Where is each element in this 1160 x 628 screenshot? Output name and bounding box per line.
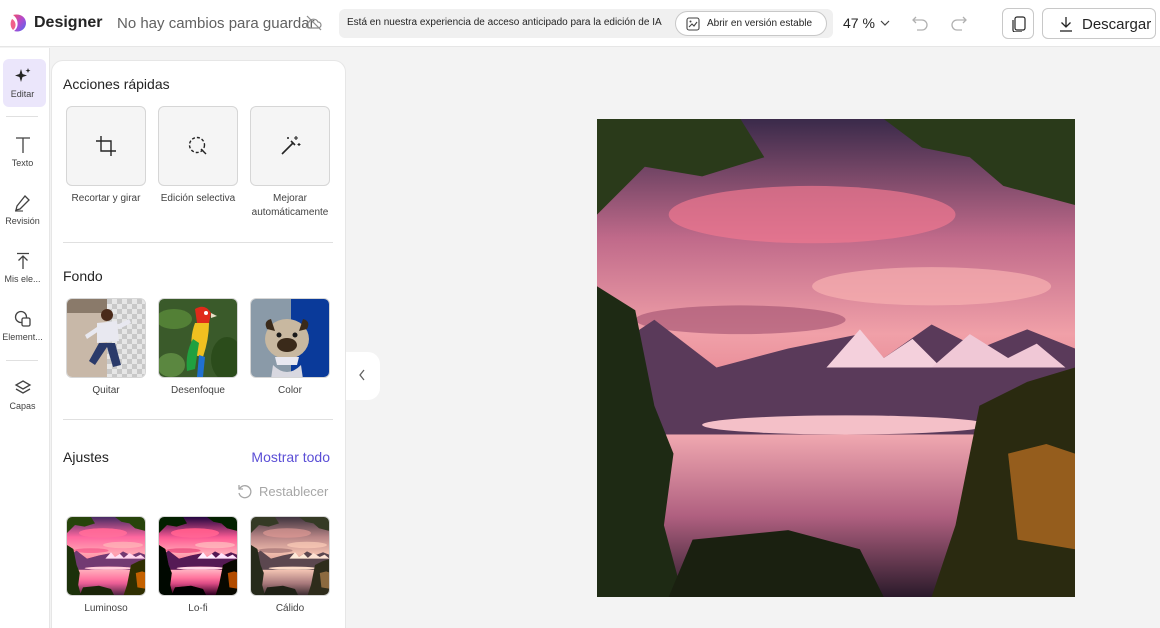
auto-enhance-tile[interactable] [250,106,330,186]
chevron-left-icon [359,369,365,381]
filter-warm-tile[interactable] [250,516,330,596]
designer-logo-icon [10,14,26,32]
remove-background-label: Quitar [92,385,120,396]
download-icon [1060,17,1072,32]
auto-enhance-label: Mejorar automáticamente [251,193,329,218]
rail-item-text[interactable]: Texto [0,128,47,176]
crop-rotate-tile[interactable] [66,106,146,186]
blur-background-label: Desenfoque [171,385,225,396]
stable-button-label: Abrir en versión estable [707,18,813,29]
quick-actions-title: Acciones rápidas [63,76,170,92]
download-label: Descargar [1082,16,1152,33]
notice-text: Está en nuestra experiencia de acceso an… [347,17,662,28]
filter-lofi-tile[interactable] [158,516,238,596]
edit-panel: Acciones rápidas Recortar y girar Edició… [51,60,346,628]
chevron-down-icon[interactable] [880,19,890,27]
filter-luminous-preview [67,517,145,595]
text-icon [16,137,30,153]
rail-item-layers[interactable]: Capas [0,371,47,419]
crop-rotate-label: Recortar y girar [71,193,141,204]
rail-label-text: Texto [11,158,34,168]
early-access-notice: Está en nuestra experiencia de acceso an… [339,9,833,38]
upload-icon [17,252,29,269]
color-background-preview [251,299,329,377]
filter-warm-preview [251,517,329,595]
crop-icon [96,136,116,156]
rail-label-my-elements: Mis ele... [4,274,41,284]
sparkle-icon [15,68,31,82]
filter-warm-label: Cálido [275,603,305,614]
zoom-level[interactable]: 47 % [843,15,875,31]
undo-icon[interactable] [911,14,929,32]
rail-divider [6,360,38,361]
collapse-panel-button[interactable] [346,352,380,400]
image-swap-icon [686,17,700,31]
color-background-tile[interactable] [250,298,330,378]
blur-background-tile[interactable] [158,298,238,378]
shapes-icon [14,310,31,327]
color-background-label: Color [278,385,302,396]
show-all-link[interactable]: Mostrar todo [251,449,330,465]
pages-button[interactable] [1002,8,1034,39]
canvas-image[interactable] [597,119,1075,597]
pen-icon [15,195,30,212]
selective-edit-tile[interactable] [158,106,238,186]
reset-icon [238,485,252,499]
rail-item-review[interactable]: Revisión [0,186,47,234]
magic-wand-icon [281,136,301,155]
save-status: No hay cambios para guardar [117,15,315,32]
section-divider [63,242,333,243]
canvas-landscape-image [597,119,1075,597]
app-name: Designer [34,14,103,31]
adjustments-title: Ajustes [63,449,109,465]
rail-item-my-elements[interactable]: Mis ele... [0,244,47,292]
rail-label-review: Revisión [5,216,40,226]
cloud-off-icon [305,15,322,31]
pages-icon [1012,16,1026,32]
remove-background-preview [67,299,145,377]
filter-lofi-label: Lo-fi [188,603,208,614]
filter-luminous-label: Luminoso [84,603,128,614]
blur-background-preview [159,299,237,377]
rail-label-elements: Element... [2,332,43,342]
rail-divider [6,116,38,117]
selective-edit-label: Edición selectiva [160,193,236,204]
remove-background-tile[interactable] [66,298,146,378]
left-rail: Editar Texto Revisión Mis ele... Element… [0,48,50,628]
top-bar: Designer No hay cambios para guardar Est… [0,0,1160,47]
lasso-icon [188,136,207,155]
reset-label: Restablecer [259,484,329,499]
filter-luminous-tile[interactable] [66,516,146,596]
rail-item-elements[interactable]: Element... [0,302,47,350]
rail-label-edit: Editar [10,89,35,99]
filter-lofi-preview [159,517,237,595]
background-title: Fondo [63,268,103,284]
rail-label-layers: Capas [9,401,36,411]
section-divider [63,419,333,420]
download-button[interactable]: Descargar [1042,8,1156,39]
layers-icon [14,380,32,394]
rail-item-edit[interactable]: Editar [3,59,46,107]
open-stable-version-button[interactable]: Abrir en versión estable [675,11,827,36]
redo-icon[interactable] [950,14,968,32]
